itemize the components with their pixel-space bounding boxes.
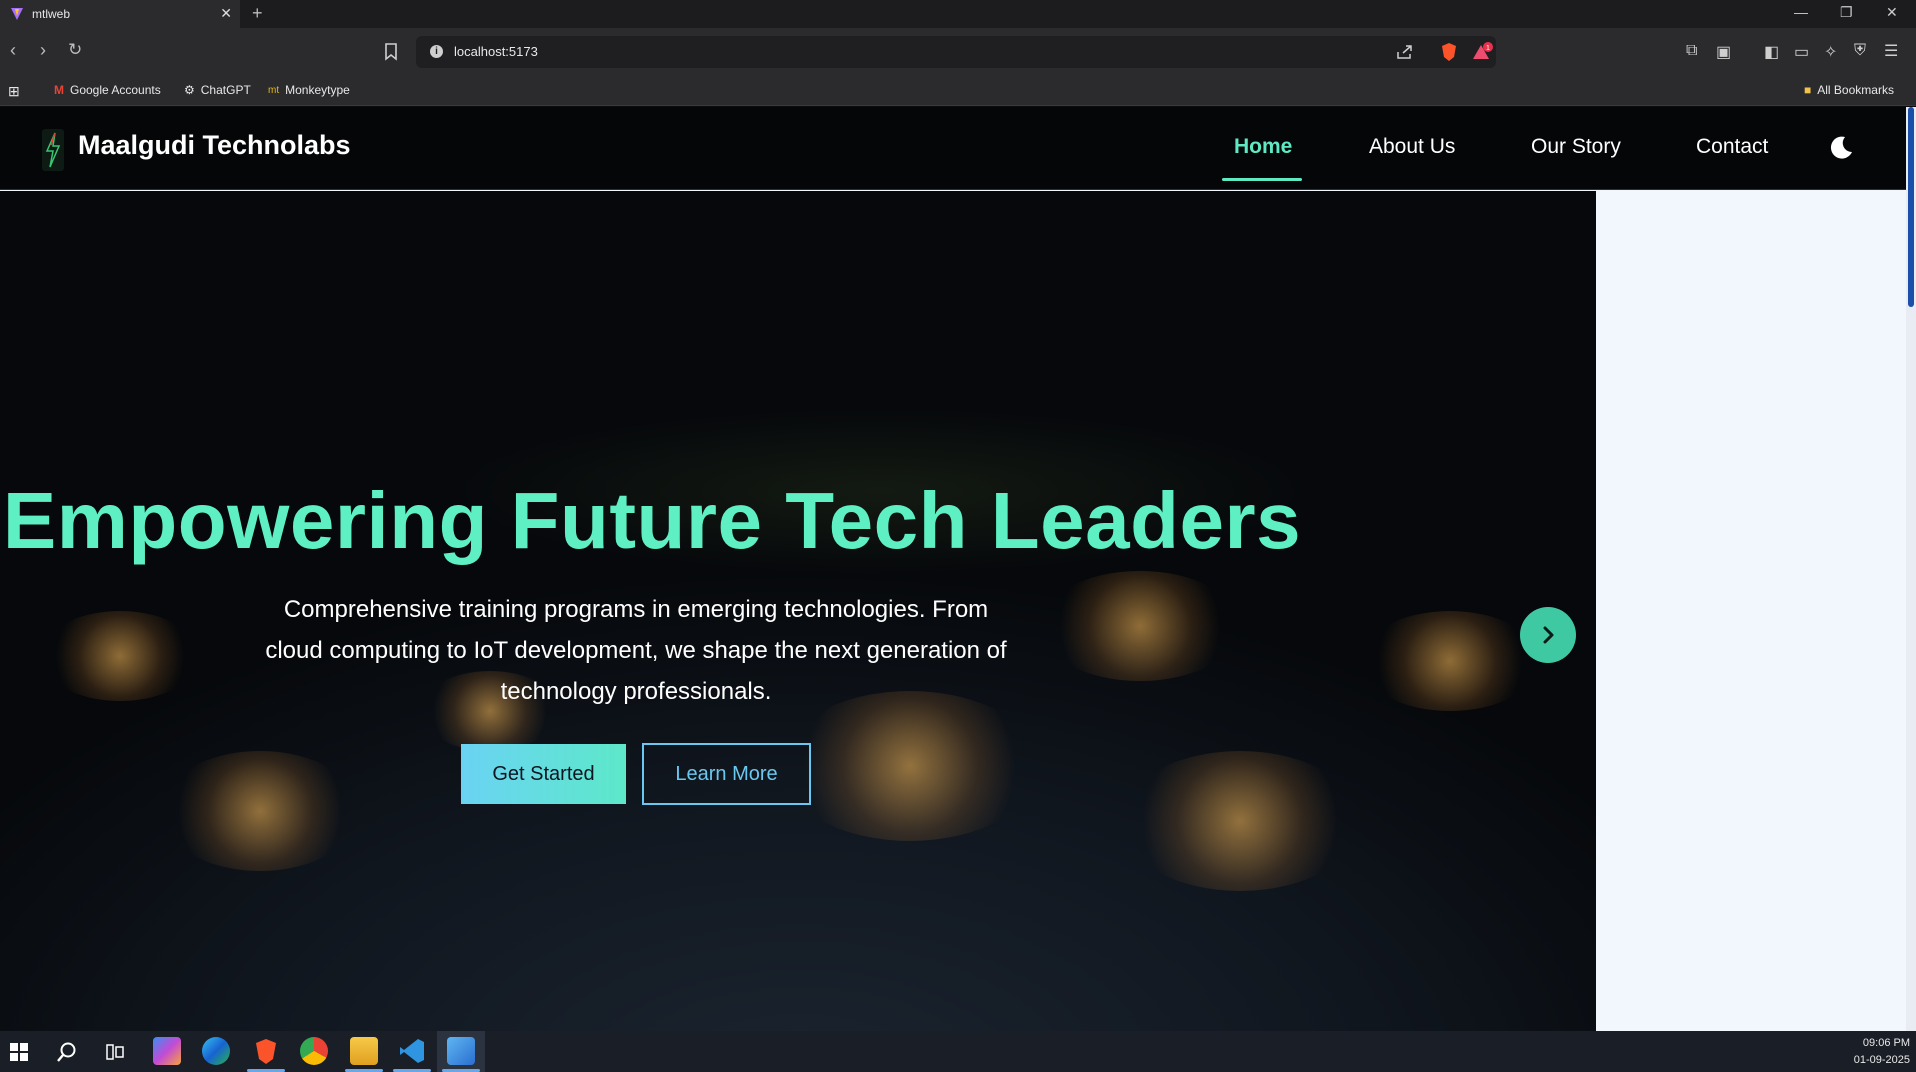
city-lights xyxy=(1040,571,1240,681)
clock-date: 01-09-2025 xyxy=(1853,1054,1910,1066)
hero-subtitle-line: technology professionals. xyxy=(500,678,772,705)
hero-section: Empowering Future Tech Leaders Comprehen… xyxy=(0,191,1596,1031)
nav-contact[interactable]: Contact xyxy=(1696,135,1768,159)
apps-grid-icon[interactable]: ⊞ xyxy=(8,83,20,100)
logo-icon[interactable] xyxy=(42,129,64,171)
city-lights xyxy=(40,611,200,701)
clock-time: 09:06 PM xyxy=(1862,1037,1910,1049)
tab-title: mtlweb xyxy=(32,7,71,21)
photos-icon[interactable] xyxy=(447,1037,475,1065)
reload-icon[interactable]: ↻ xyxy=(68,40,82,60)
hero-subtitle: Comprehensive training programs in emerg… xyxy=(228,589,1044,712)
folder-icon: ■ xyxy=(1804,83,1812,97)
hero-title: Empowering Future Tech Leaders xyxy=(2,476,1302,565)
bookmark-google-accounts[interactable]: M Google Accounts xyxy=(54,83,161,97)
bookmark-monkeytype[interactable]: mt Monkeytype xyxy=(268,83,350,97)
hero-subtitle-line: cloud computing to IoT development, we s… xyxy=(265,637,1007,664)
chevron-right-icon xyxy=(1543,626,1554,644)
task-view-icon[interactable] xyxy=(106,1043,124,1061)
site-navbar: Maalgudi Technolabs Home About Us Our St… xyxy=(0,107,1906,190)
bookmark-chatgpt[interactable]: ⚙ ChatGPT xyxy=(184,83,251,97)
brave-shields-icon[interactable] xyxy=(1440,42,1458,62)
nav-home[interactable]: Home xyxy=(1234,135,1292,159)
copilot-icon[interactable] xyxy=(153,1037,181,1065)
dark-mode-moon-icon[interactable] xyxy=(1826,133,1856,163)
system-clock[interactable]: 09:06 PM 01-09-2025 xyxy=(1854,1035,1910,1069)
carousel-next-button[interactable] xyxy=(1520,607,1576,663)
search-icon[interactable] xyxy=(56,1041,78,1063)
city-lights xyxy=(780,691,1040,841)
restore-icon[interactable]: ❐ xyxy=(1840,4,1853,21)
nav-our-story[interactable]: Our Story xyxy=(1531,135,1621,159)
sidebar-icon[interactable]: ◧ xyxy=(1764,42,1779,62)
scrollbar-thumb[interactable] xyxy=(1908,107,1914,307)
browser-tab-strip: mtlweb ✕ + — ❐ ✕ xyxy=(0,0,1916,28)
address-url: localhost:5173 xyxy=(454,44,538,59)
minimize-icon[interactable]: — xyxy=(1794,4,1808,20)
chrome-icon[interactable] xyxy=(300,1037,328,1065)
all-bookmarks-label: All Bookmarks xyxy=(1817,83,1894,97)
share-icon[interactable] xyxy=(1396,44,1414,60)
nav-about-us[interactable]: About Us xyxy=(1369,135,1455,159)
gmail-icon: M xyxy=(54,83,64,97)
file-explorer-icon[interactable] xyxy=(350,1037,378,1065)
back-icon[interactable]: ‹ xyxy=(10,40,16,60)
brave-rewards-icon[interactable]: 1 xyxy=(1472,42,1494,62)
forward-icon[interactable]: › xyxy=(40,40,46,60)
all-bookmarks[interactable]: ■ All Bookmarks xyxy=(1804,83,1894,97)
new-tab-icon[interactable]: + xyxy=(252,3,263,24)
city-lights xyxy=(160,751,360,871)
site-info-icon[interactable]: i xyxy=(430,45,443,58)
reading-icon[interactable]: ▣ xyxy=(1716,42,1731,62)
vite-favicon-icon xyxy=(11,8,23,20)
monkeytype-icon: mt xyxy=(268,84,280,96)
address-bar[interactable]: i localhost:5173 1 xyxy=(416,36,1496,68)
leo-ai-icon[interactable]: ✧ xyxy=(1824,42,1837,62)
vscode-icon[interactable] xyxy=(398,1037,426,1065)
web-page: Maalgudi Technolabs Home About Us Our St… xyxy=(0,107,1916,1031)
browser-tab[interactable]: mtlweb ✕ xyxy=(0,0,240,28)
windows-taskbar: 09:06 PM 01-09-2025 xyxy=(0,1031,1916,1072)
bookmark-icon[interactable] xyxy=(384,43,398,61)
svg-text:1: 1 xyxy=(1486,45,1490,52)
get-started-button[interactable]: Get Started xyxy=(461,744,626,804)
bookmark-label: Google Accounts xyxy=(70,83,161,97)
wallet-icon[interactable]: ▭ xyxy=(1794,42,1809,62)
close-window-icon[interactable]: ✕ xyxy=(1886,4,1898,21)
hero-subtitle-line: Comprehensive training programs in emerg… xyxy=(283,596,989,623)
tab-close-icon[interactable]: ✕ xyxy=(220,5,232,22)
city-lights xyxy=(1120,751,1360,891)
windows-start-icon[interactable] xyxy=(10,1043,28,1061)
vpn-icon[interactable]: ⛨ xyxy=(1854,42,1866,60)
edge-icon[interactable] xyxy=(202,1037,230,1065)
brave-icon[interactable] xyxy=(252,1037,280,1065)
extensions-icon[interactable]: ⧉ xyxy=(1686,42,1697,60)
brand-name[interactable]: Maalgudi Technolabs xyxy=(78,130,351,161)
menu-icon[interactable]: ☰ xyxy=(1884,41,1898,61)
bookmark-label: Monkeytype xyxy=(285,83,350,97)
bookmark-label: ChatGPT xyxy=(200,83,251,97)
bookmarks-bar: ⊞ M Google Accounts ⚙ ChatGPT mt Monkeytype… xyxy=(0,76,1916,106)
active-nav-indicator xyxy=(1222,178,1302,181)
browser-toolbar: ‹ › ↻ i localhost:5173 1 ⧉ ▣ ◧ ▭ ✧ ⛨ ☰ xyxy=(0,28,1916,76)
openai-icon: ⚙ xyxy=(184,83,195,97)
city-lights xyxy=(1360,611,1540,711)
learn-more-button[interactable]: Learn More xyxy=(642,743,811,805)
